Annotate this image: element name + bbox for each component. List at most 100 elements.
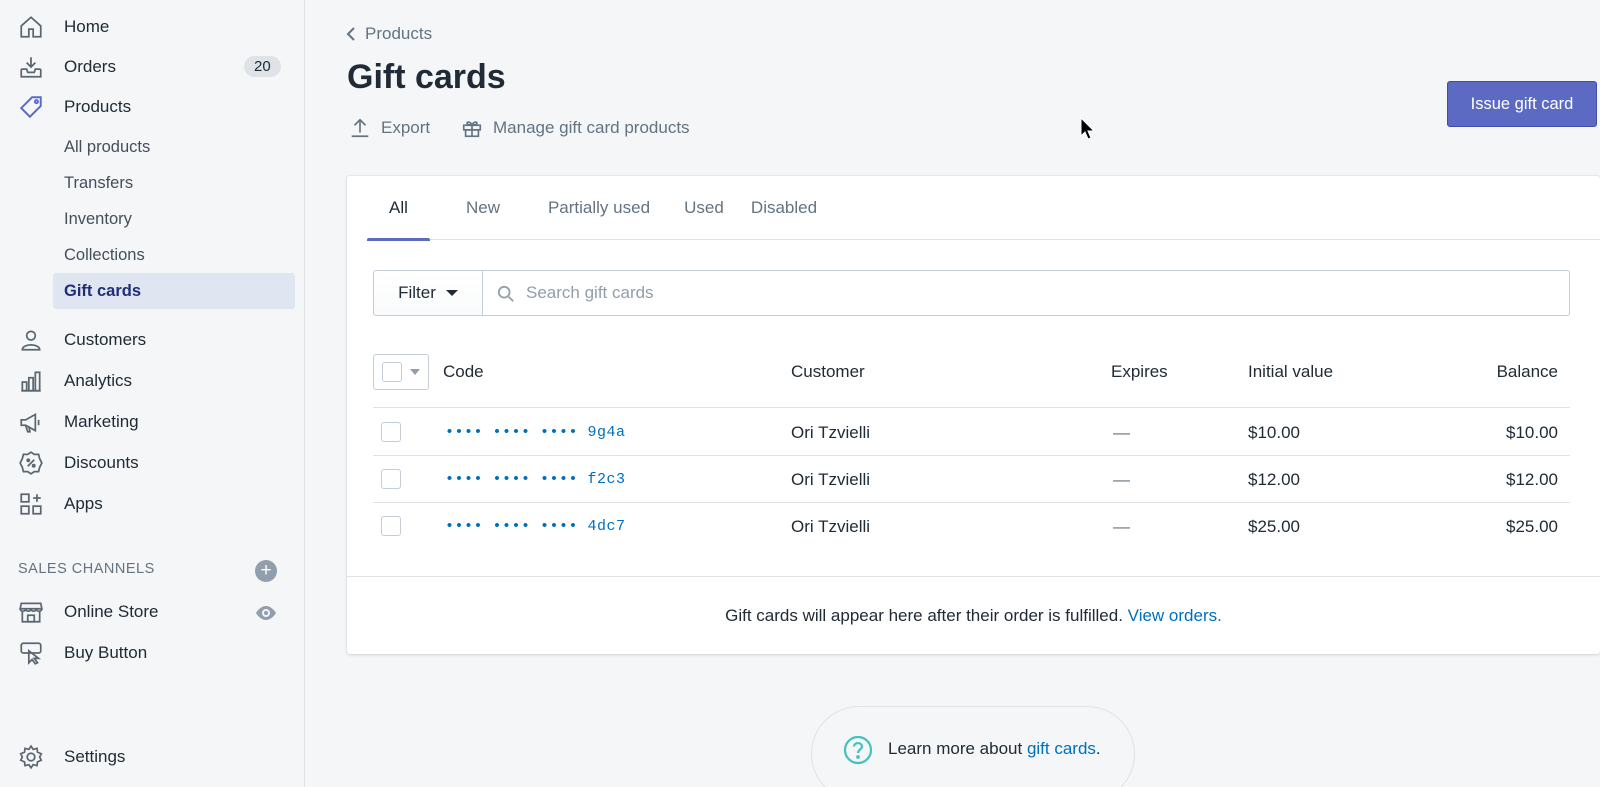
nav-buy-button-label: Buy Button xyxy=(64,643,148,662)
sidebar-item-label: Inventory xyxy=(64,209,132,228)
caret-down-icon xyxy=(445,290,458,296)
nav-marketing-label: Marketing xyxy=(64,412,139,431)
sidebar-item-inventory[interactable]: Inventory xyxy=(53,201,295,237)
gift-cards-help-link[interactable]: gift cards xyxy=(1027,739,1096,758)
expires-value: — xyxy=(1113,517,1130,536)
row-checkbox[interactable] xyxy=(381,422,401,442)
nav-buy-button[interactable]: Buy Button xyxy=(0,634,305,672)
nav-analytics[interactable]: Analytics xyxy=(0,362,305,400)
initial-value: $12.00 xyxy=(1248,470,1300,489)
tab-new[interactable]: New xyxy=(455,176,511,240)
sidebar-item-label: Collections xyxy=(64,245,145,264)
manage-label: Manage gift card products xyxy=(493,118,690,137)
table-row[interactable]: •••• •••• •••• 4dc7 Ori Tzvielli — $25.0… xyxy=(373,503,1570,550)
apps-icon xyxy=(18,491,44,517)
col-customer[interactable]: Customer xyxy=(791,362,865,382)
tab-partially-used[interactable]: Partially used xyxy=(532,176,666,240)
col-balance[interactable]: Balance xyxy=(1497,362,1558,382)
tab-used[interactable]: Used xyxy=(674,176,734,240)
expires-value: — xyxy=(1113,423,1130,442)
export-icon xyxy=(351,118,369,138)
store-icon xyxy=(18,599,44,625)
gift-card-code-link[interactable]: •••• •••• •••• 4dc7 xyxy=(445,518,626,535)
nav-analytics-label: Analytics xyxy=(64,371,133,390)
customer-name: Ori Tzvielli xyxy=(791,470,871,489)
home-icon xyxy=(18,14,44,40)
table-row[interactable]: •••• •••• •••• f2c3 Ori Tzvielli — $12.0… xyxy=(373,456,1570,503)
expires-value: — xyxy=(1113,470,1130,489)
orders-icon xyxy=(18,54,44,80)
gift-cards-card: All New Partially used Used Disabled Fil… xyxy=(347,176,1600,654)
col-expires[interactable]: Expires xyxy=(1111,362,1168,382)
nav-customers-label: Customers xyxy=(64,330,147,349)
sidebar-item-label: Transfers xyxy=(64,173,134,192)
export-label: Export xyxy=(381,118,431,137)
search-input[interactable] xyxy=(483,271,1569,315)
col-code[interactable]: Code xyxy=(443,362,484,382)
initial-value: $25.00 xyxy=(1248,517,1300,536)
tag-icon xyxy=(18,94,44,120)
add-sales-channel-icon[interactable]: + xyxy=(255,560,277,582)
table-row[interactable]: •••• •••• •••• 9g4a Ori Tzvielli — $10.0… xyxy=(373,409,1570,456)
help-circle-icon xyxy=(843,735,873,765)
gift-card-code-link[interactable]: •••• •••• •••• f2c3 xyxy=(445,471,626,488)
balance-value: $12.00 xyxy=(1506,470,1558,489)
sidebar-item-transfers[interactable]: Transfers xyxy=(53,165,295,201)
learn-more-text-wrap: Learn more about gift cards. xyxy=(888,739,1101,759)
breadcrumb-products[interactable]: Products xyxy=(345,24,432,44)
buy-button-icon xyxy=(18,640,44,666)
fulfillment-note-text: Gift cards will appear here after their … xyxy=(725,605,1123,625)
customer-name: Ori Tzvielli xyxy=(791,517,871,536)
nav-products[interactable]: Products xyxy=(0,88,305,126)
nav-apps-label: Apps xyxy=(64,494,103,513)
nav-marketing[interactable]: Marketing xyxy=(0,403,305,441)
sales-channels-header: SALES CHANNELS xyxy=(18,561,155,577)
sidebar-item-all-products[interactable]: All products xyxy=(53,129,295,165)
customer-name: Ori Tzvielli xyxy=(791,423,871,442)
page-title: Gift cards xyxy=(347,58,506,96)
manage-gift-card-products-button[interactable]: Manage gift card products xyxy=(461,117,690,139)
export-button[interactable]: Export xyxy=(349,117,430,139)
gear-icon xyxy=(18,744,44,770)
nav-discounts-label: Discounts xyxy=(64,453,139,472)
breadcrumb-label: Products xyxy=(365,24,433,43)
search-icon xyxy=(497,285,514,302)
initial-value: $10.00 xyxy=(1248,423,1300,442)
sidebar-item-gift-cards[interactable]: Gift cards xyxy=(53,273,295,309)
row-checkbox[interactable] xyxy=(381,516,401,536)
bulk-select-dropdown[interactable] xyxy=(373,354,429,390)
filter-button[interactable]: Filter xyxy=(373,270,483,316)
caret-down-icon xyxy=(410,369,420,375)
analytics-icon xyxy=(18,368,44,394)
learn-more-suffix: . xyxy=(1095,739,1101,758)
view-store-eye-icon[interactable] xyxy=(254,601,278,625)
nav-orders[interactable]: Orders 20 xyxy=(0,48,305,86)
filter-label: Filter xyxy=(398,283,436,302)
balance-value: $25.00 xyxy=(1506,517,1558,536)
nav-settings[interactable]: Settings xyxy=(0,738,305,776)
row-checkbox[interactable] xyxy=(381,469,401,489)
nav-home[interactable]: Home xyxy=(0,8,305,46)
customers-icon xyxy=(18,327,44,353)
chevron-left-icon xyxy=(346,27,355,41)
balance-value: $10.00 xyxy=(1506,423,1558,442)
nav-orders-label: Orders xyxy=(64,57,116,76)
nav-online-store-label: Online Store xyxy=(64,602,159,621)
fulfillment-note: Gift cards will appear here after their … xyxy=(347,576,1600,654)
nav-settings-label: Settings xyxy=(64,747,126,766)
sidebar-item-collections[interactable]: Collections xyxy=(53,237,295,273)
table-header: Code Customer Expires Initial value Bala… xyxy=(373,354,1570,408)
nav-apps[interactable]: Apps xyxy=(0,485,305,523)
sidebar-item-label: Gift cards xyxy=(64,281,142,300)
nav-discounts[interactable]: Discounts xyxy=(0,444,305,482)
nav-home-label: Home xyxy=(64,17,110,36)
nav-customers[interactable]: Customers xyxy=(0,321,305,359)
col-initial-value[interactable]: Initial value xyxy=(1248,362,1333,382)
issue-gift-card-button[interactable]: Issue gift card xyxy=(1447,81,1597,127)
view-orders-link[interactable]: View orders. xyxy=(1128,606,1222,626)
gift-card-code-link[interactable]: •••• •••• •••• 9g4a xyxy=(445,424,626,441)
select-all-checkbox[interactable] xyxy=(382,362,402,382)
tab-disabled[interactable]: Disabled xyxy=(739,176,829,240)
tab-all[interactable]: All xyxy=(367,176,430,241)
discounts-icon xyxy=(18,450,44,476)
